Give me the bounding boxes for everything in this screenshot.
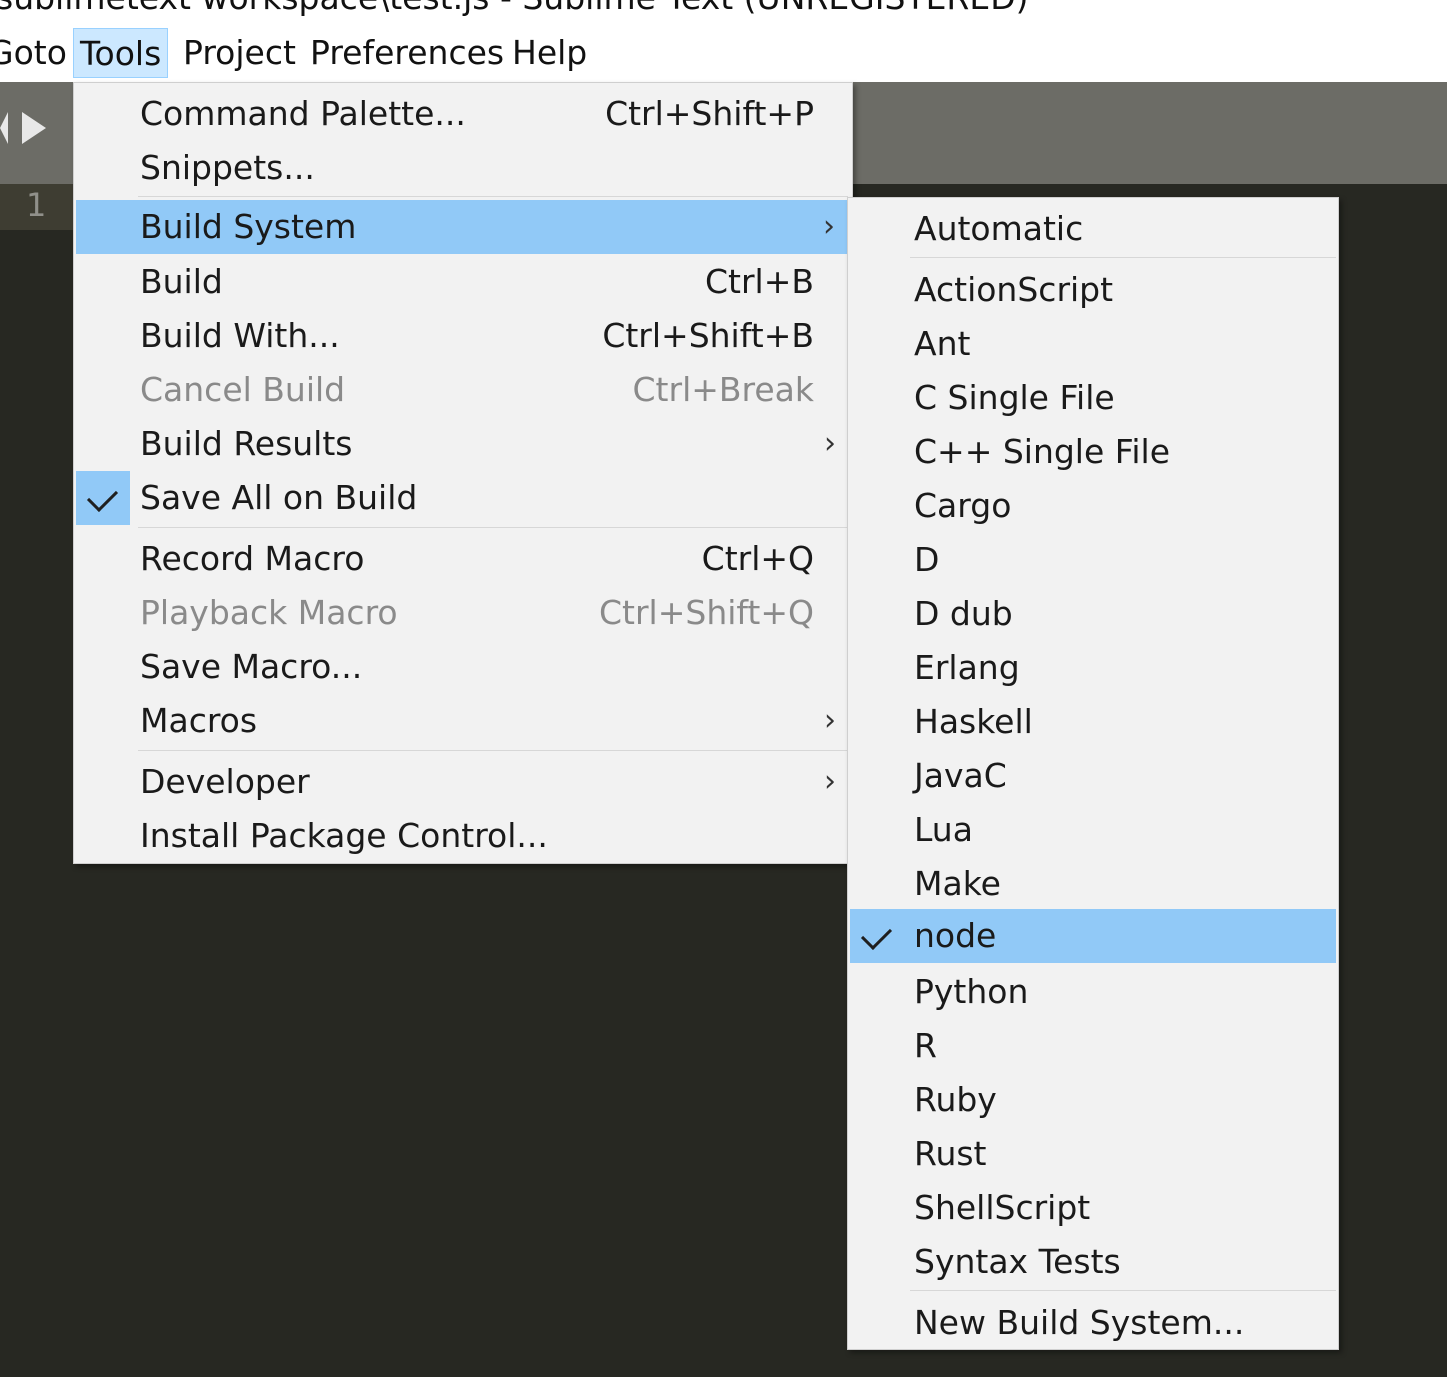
menu-item-record-macro[interactable]: Record Macro Ctrl+Q [74,532,852,586]
menu-separator [138,196,848,197]
tab-scroll-right-icon[interactable] [22,112,46,144]
menu-project[interactable]: Project [177,28,302,78]
build-system-item-make[interactable]: Make [848,857,1338,911]
build-system-item-javac[interactable]: JavaC [848,749,1338,803]
menu-separator [910,257,1336,258]
menu-goto[interactable]: Goto [0,28,73,78]
build-system-item-ruby[interactable]: Ruby [848,1073,1338,1127]
window-title-bar: sublimetext workspace\test.js - Sublime … [0,0,1447,24]
menu-item-build[interactable]: Build Ctrl+B [74,255,852,309]
shortcut: Ctrl+Shift+P [605,94,814,133]
build-system-item-d[interactable]: D [848,533,1338,587]
menu-bar: Goto Tools Project Preferences Help [0,24,1447,83]
menu-preferences[interactable]: Preferences [304,28,510,78]
menu-help[interactable]: Help [506,28,593,78]
chevron-right-icon: › [824,703,836,738]
window-title: sublimetext workspace\test.js - Sublime … [0,0,1029,17]
build-system-item-c-single-file[interactable]: C Single File [848,371,1338,425]
chevron-right-icon: › [824,764,836,799]
menu-tools[interactable]: Tools [73,28,169,78]
menu-item-build-results[interactable]: Build Results › [74,417,852,471]
build-system-item-python[interactable]: Python [848,965,1338,1019]
menu-separator [138,527,848,528]
menu-item-save-all-on-build[interactable]: Save All on Build [74,471,852,525]
build-system-item-haskell[interactable]: Haskell [848,695,1338,749]
menu-item-macros[interactable]: Macros › [74,694,852,748]
shortcut: Ctrl+B [704,262,814,301]
checkmark-box [850,909,904,963]
shortcut: Ctrl+Shift+Q [599,593,814,632]
menu-item-command-palette[interactable]: Command Palette... Ctrl+Shift+P [74,87,852,141]
build-system-item-ant[interactable]: Ant [848,317,1338,371]
build-system-item-rust[interactable]: Rust [848,1127,1338,1181]
menu-item-snippets[interactable]: Snippets... [74,141,852,195]
menu-item-cancel-build: Cancel Build Ctrl+Break [74,363,852,417]
menu-separator [138,750,848,751]
build-system-submenu: Automatic ActionScript Ant C Single File… [847,197,1339,1350]
menu-item-playback-macro: Playback Macro Ctrl+Shift+Q [74,586,852,640]
build-system-item-r[interactable]: R [848,1019,1338,1073]
build-system-item-node[interactable]: node [850,909,1336,963]
shortcut: Ctrl+Break [632,370,814,409]
build-system-item-cargo[interactable]: Cargo [848,479,1338,533]
menu-item-build-system[interactable]: Build System › [76,200,847,254]
menu-item-build-with[interactable]: Build With... Ctrl+Shift+B [74,309,852,363]
build-system-item-shellscript[interactable]: ShellScript [848,1181,1338,1235]
checkmark-icon [860,918,893,951]
build-system-item-syntax-tests[interactable]: Syntax Tests [848,1235,1338,1289]
tools-menu: Command Palette... Ctrl+Shift+P Snippets… [73,82,853,864]
shortcut: Ctrl+Shift+B [602,316,814,355]
chevron-right-icon: › [824,426,836,461]
build-system-item-erlang[interactable]: Erlang [848,641,1338,695]
chevron-right-icon: › [823,209,835,244]
menu-item-save-macro[interactable]: Save Macro... [74,640,852,694]
line-number: 1 [26,186,47,224]
build-system-item-d-dub[interactable]: D dub [848,587,1338,641]
build-system-item-automatic[interactable]: Automatic [848,202,1338,256]
build-system-item-actionscript[interactable]: ActionScript [848,263,1338,317]
checkmark-icon [86,480,119,513]
checkmark-box [76,471,130,525]
shortcut: Ctrl+Q [701,539,814,578]
build-system-item-new-build-system[interactable]: New Build System... [848,1296,1338,1350]
tab-scroll-left-icon[interactable] [0,112,8,144]
build-system-item-lua[interactable]: Lua [848,803,1338,857]
menu-separator [910,1290,1336,1291]
menu-item-developer[interactable]: Developer › [74,755,852,809]
menu-item-install-package-control[interactable]: Install Package Control... [74,809,852,863]
build-system-item-cpp-single-file[interactable]: C++ Single File [848,425,1338,479]
